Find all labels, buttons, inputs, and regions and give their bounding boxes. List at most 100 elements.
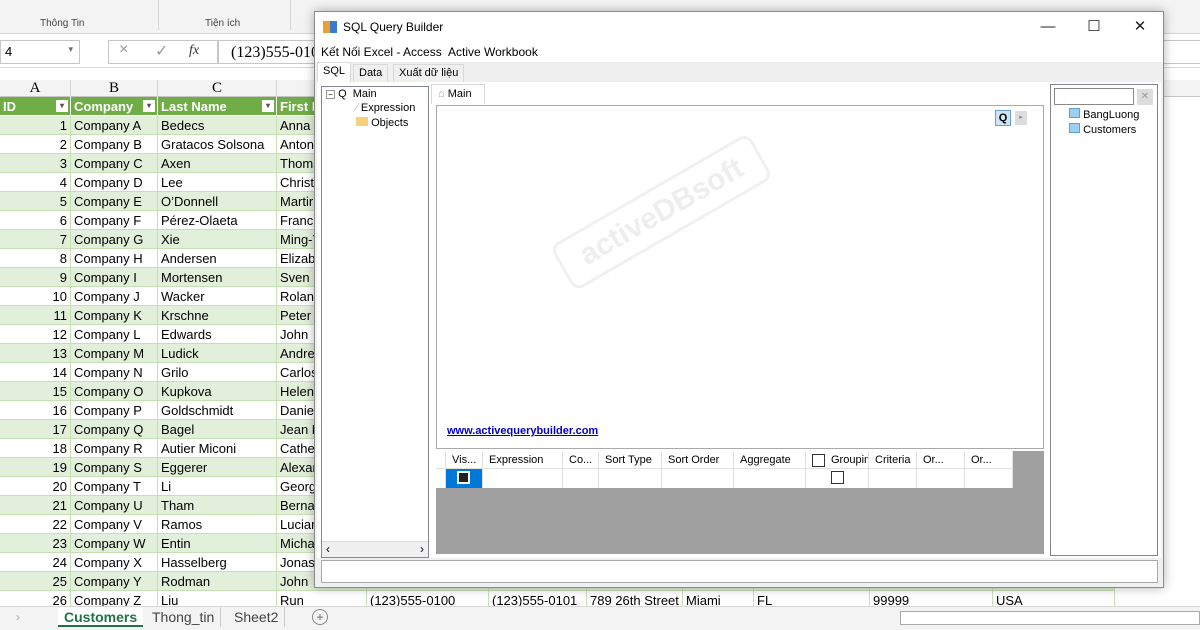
cell[interactable]: Company X: [71, 553, 158, 572]
tree-node-objects[interactable]: Objects: [356, 117, 408, 129]
tab-sql[interactable]: SQL: [317, 62, 352, 82]
filter-dropdown-icon[interactable]: ▾: [143, 100, 155, 112]
grid-cell[interactable]: [734, 469, 806, 488]
cell[interactable]: Company Y: [71, 572, 158, 591]
cell[interactable]: 7: [0, 230, 71, 249]
cell[interactable]: 6: [0, 211, 71, 230]
query-tab-main[interactable]: ⌂ Main: [431, 84, 485, 104]
cell[interactable]: Li: [158, 477, 277, 496]
tab-xuat-du-lieu[interactable]: Xuất dữ liệu: [393, 64, 465, 82]
cell[interactable]: Mortensen: [158, 268, 277, 287]
grid-cell[interactable]: [563, 469, 599, 488]
cell[interactable]: Company B: [71, 135, 158, 154]
cell[interactable]: Pérez-Olaeta: [158, 211, 277, 230]
grid-cell[interactable]: [806, 469, 869, 488]
cell[interactable]: Bedecs: [158, 116, 277, 135]
grid-column-header[interactable]: Co...: [563, 451, 599, 469]
filter-dropdown-icon[interactable]: ▾: [56, 100, 68, 112]
activequerybuilder-link[interactable]: www.activequerybuilder.com: [447, 425, 598, 437]
cell[interactable]: 11: [0, 306, 71, 325]
cell[interactable]: Andersen: [158, 249, 277, 268]
sheet-tab[interactable]: Customers: [58, 607, 144, 627]
cell[interactable]: Bagel: [158, 420, 277, 439]
cell[interactable]: 20: [0, 477, 71, 496]
cell[interactable]: 3: [0, 154, 71, 173]
cell[interactable]: 18: [0, 439, 71, 458]
maximize-button[interactable]: ☐: [1071, 12, 1117, 42]
cell[interactable]: Company H: [71, 249, 158, 268]
sheet-tab[interactable]: Sheet2: [228, 607, 286, 627]
cell[interactable]: 21: [0, 496, 71, 515]
column-filter-header[interactable]: Last Name ▾: [158, 97, 277, 116]
cell[interactable]: Ludick: [158, 344, 277, 363]
grid-cell[interactable]: [662, 469, 734, 488]
cell[interactable]: 14: [0, 363, 71, 382]
q-button[interactable]: Q: [995, 110, 1011, 126]
tree-hscrollbar[interactable]: ‹ ›: [322, 541, 428, 557]
cell[interactable]: Company T: [71, 477, 158, 496]
cell[interactable]: 23: [0, 534, 71, 553]
object-item[interactable]: BangLuong: [1069, 108, 1139, 121]
column-filter-header[interactable]: ID ▾: [0, 97, 71, 116]
menu-item-active-workbook[interactable]: Active Workbook: [448, 45, 538, 59]
grid-column-header[interactable]: Or...: [965, 451, 1013, 469]
cell[interactable]: 25: [0, 572, 71, 591]
cell[interactable]: Company O: [71, 382, 158, 401]
grid-cell[interactable]: [869, 469, 917, 488]
grid-column-header[interactable]: Sort Type: [599, 451, 662, 469]
fx-icon[interactable]: fx: [189, 43, 199, 59]
cell[interactable]: 10: [0, 287, 71, 306]
cell[interactable]: Kupkova: [158, 382, 277, 401]
cell[interactable]: 12: [0, 325, 71, 344]
cell[interactable]: Company Q: [71, 420, 158, 439]
column-header[interactable]: C: [158, 80, 277, 97]
cell[interactable]: Company W: [71, 534, 158, 553]
column-filter-header[interactable]: Company ▾: [71, 97, 158, 116]
close-button[interactable]: ✕: [1117, 12, 1163, 42]
minimize-button[interactable]: —: [1025, 12, 1071, 42]
cell[interactable]: Ramos: [158, 515, 277, 534]
cell[interactable]: 24: [0, 553, 71, 572]
object-search-input[interactable]: [1054, 88, 1134, 105]
grid-cell[interactable]: [446, 469, 483, 488]
cell[interactable]: Lee: [158, 173, 277, 192]
tree-node-main[interactable]: − Q Main: [326, 88, 377, 100]
cell[interactable]: Entin: [158, 534, 277, 553]
cell[interactable]: Company D: [71, 173, 158, 192]
object-item[interactable]: Customers: [1069, 123, 1136, 136]
grid-column-header[interactable]: Expression: [483, 451, 563, 469]
query-canvas[interactable]: Q ▸ activeDBsoft www.activequerybuilder.…: [436, 105, 1044, 449]
cell[interactable]: 5: [0, 192, 71, 211]
cell[interactable]: Krschne: [158, 306, 277, 325]
cell[interactable]: Company A: [71, 116, 158, 135]
cell[interactable]: Company J: [71, 287, 158, 306]
cell[interactable]: Autier Miconi: [158, 439, 277, 458]
cell[interactable]: Company E: [71, 192, 158, 211]
cell[interactable]: 2: [0, 135, 71, 154]
sheet-tab[interactable]: Thong_tin: [146, 607, 222, 627]
enter-icon[interactable]: ✓: [155, 41, 168, 61]
cell[interactable]: Company C: [71, 154, 158, 173]
grid-column-header[interactable]: Or...: [917, 451, 965, 469]
horizontal-scrollbar[interactable]: [900, 611, 1200, 625]
column-header[interactable]: B: [71, 80, 158, 97]
cell[interactable]: Tham: [158, 496, 277, 515]
grid-cell[interactable]: [917, 469, 965, 488]
cell[interactable]: Company V: [71, 515, 158, 534]
cell[interactable]: 13: [0, 344, 71, 363]
cell[interactable]: Company R: [71, 439, 158, 458]
cell[interactable]: Company K: [71, 306, 158, 325]
add-sheet-button[interactable]: +: [312, 609, 328, 625]
cell[interactable]: Wacker: [158, 287, 277, 306]
cell[interactable]: 15: [0, 382, 71, 401]
cell[interactable]: Rodman: [158, 572, 277, 591]
cell[interactable]: 4: [0, 173, 71, 192]
cell[interactable]: Company I: [71, 268, 158, 287]
cell[interactable]: Axen: [158, 154, 277, 173]
grid-column-header[interactable]: Grouping: [806, 451, 869, 469]
cell[interactable]: Company P: [71, 401, 158, 420]
query-structure-tree[interactable]: − Q Main ⁄ Expression Objects ‹ ›: [321, 86, 429, 558]
name-box[interactable]: 4 ▾: [0, 40, 80, 64]
cell[interactable]: Xie: [158, 230, 277, 249]
menu-item-ket-noi[interactable]: Kết Nối Excel - Access: [321, 45, 442, 59]
